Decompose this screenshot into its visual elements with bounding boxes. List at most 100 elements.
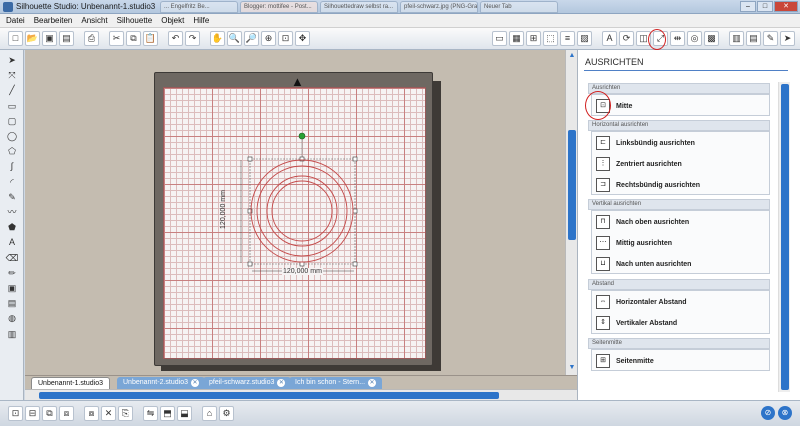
settings-icon[interactable]: ⚙ [219, 406, 234, 421]
resize-handle[interactable] [352, 261, 358, 267]
menu-bearbeiten[interactable]: Bearbeiten [34, 14, 73, 27]
resize-handle[interactable] [247, 156, 253, 162]
doc-tab[interactable]: pfeil-schwarz.studio3 ✕ [203, 377, 292, 389]
text-style-icon[interactable]: A [602, 31, 617, 46]
send-back-icon[interactable]: ⬓ [177, 406, 192, 421]
smooth-freehand-icon[interactable]: 〰 [5, 206, 19, 219]
line-icon[interactable]: ╱ [5, 84, 19, 97]
taskbar-tab[interactable]: Silhouettedraw selbst ra... [320, 1, 398, 13]
line-style-icon[interactable]: ≡ [560, 31, 575, 46]
menu-datei[interactable]: Datei [6, 14, 25, 27]
doc-tab-active[interactable]: Unbenannt-1.studio3 [31, 377, 110, 389]
registration-icon[interactable]: ⊞ [526, 31, 541, 46]
align-top-button[interactable]: ⊓ Nach oben ausrichten [596, 213, 689, 231]
horizontal-spacing-button[interactable]: ⇔ Horizontaler Abstand [596, 293, 687, 311]
maximize-button[interactable]: □ [757, 1, 773, 12]
selected-shape-svg[interactable] [164, 88, 427, 360]
online-icon[interactable]: ◍ [5, 312, 19, 325]
regular-polygon-icon[interactable]: ⬟ [5, 221, 19, 234]
scroll-up-arrow-icon[interactable]: ▲ [567, 51, 577, 61]
align-middle-button[interactable]: ⋯ Mittig ausrichten [596, 234, 672, 252]
ungroup-icon[interactable]: ⊟ [25, 406, 40, 421]
align-left-button[interactable]: ⊏ Linksbündig ausrichten [596, 134, 695, 152]
trace-icon[interactable]: ⬚ [543, 31, 558, 46]
duplicate-icon[interactable]: ⎘ [118, 406, 133, 421]
polygon-icon[interactable]: ⬠ [5, 145, 19, 158]
move-icon[interactable]: ✥ [295, 31, 310, 46]
close-tab-icon[interactable]: ✕ [191, 379, 199, 387]
rectangle-icon[interactable]: ▭ [5, 100, 19, 113]
resize-handle[interactable] [352, 208, 358, 214]
menu-hilfe[interactable]: Hilfe [193, 14, 209, 27]
zoom-out-icon[interactable]: 🔎 [244, 31, 259, 46]
cut-icon[interactable]: ✂ [109, 31, 124, 46]
page-setup-icon[interactable]: ▭ [492, 31, 507, 46]
point-edit-icon[interactable]: ⤧ [5, 69, 19, 82]
cut-settings-icon[interactable]: ✎ [763, 31, 778, 46]
compound-icon[interactable]: ⧉ [42, 406, 57, 421]
replicate-icon[interactable]: ⟳ [619, 31, 634, 46]
scrollbar-thumb[interactable] [781, 84, 789, 390]
menu-ansicht[interactable]: Ansicht [81, 14, 107, 27]
resize-handle[interactable] [352, 156, 358, 162]
align-bottom-button[interactable]: ⊔ Nach unten ausrichten [596, 255, 691, 273]
outer-circle-shape[interactable] [250, 159, 354, 263]
fill-icon[interactable]: ▨ [577, 31, 592, 46]
hide-panel-icon[interactable]: ⊘ [761, 406, 775, 420]
menu-silhouette[interactable]: Silhouette [117, 14, 153, 27]
release-icon[interactable]: ⧈ [59, 406, 74, 421]
weld-icon[interactable]: ⧇ [84, 406, 99, 421]
bring-front-icon[interactable]: ⬒ [160, 406, 175, 421]
fill-icon[interactable]: ▥ [5, 328, 19, 341]
send-icon[interactable]: ➤ [780, 31, 795, 46]
canvas-workarea[interactable]: ▲ 120,000 mm 120,000 mm [25, 50, 565, 375]
library-icon[interactable]: ▤ [5, 297, 19, 310]
redo-icon[interactable]: ↷ [185, 31, 200, 46]
select-icon[interactable]: ➤ [5, 54, 19, 67]
fit-icon[interactable]: ⊡ [278, 31, 293, 46]
middle-circle-shape[interactable] [256, 165, 348, 257]
close-tab-icon[interactable]: ✕ [368, 379, 377, 387]
grid-icon[interactable]: ▦ [509, 31, 524, 46]
open-icon[interactable]: 📂 [25, 31, 40, 46]
innermost-circle-shape[interactable] [271, 180, 333, 242]
mirror-icon[interactable]: ⇋ [143, 406, 158, 421]
doc-tab[interactable]: Ich bin schon - Stern... ✕ [289, 377, 383, 389]
close-panel-icon[interactable]: ⊗ [778, 406, 792, 420]
pan-icon[interactable]: ✋ [210, 31, 225, 46]
paste-icon[interactable]: 📋 [143, 31, 158, 46]
layers-icon[interactable]: ▥ [729, 31, 744, 46]
zoom-select-icon[interactable]: ⊕ [261, 31, 276, 46]
page-center-button[interactable]: ⊞ Seitenmitte [596, 352, 654, 370]
taskbar-tab[interactable]: pfeil-schwarz.jpg (PNG-Grafi... [400, 1, 478, 13]
canvas-vertical-scrollbar[interactable]: ▲ ▼ [565, 50, 577, 375]
resize-handle[interactable] [247, 261, 253, 267]
eraser-icon[interactable]: ⌫ [5, 252, 19, 265]
save-icon[interactable]: ▣ [42, 31, 57, 46]
freehand-icon[interactable]: ✎ [5, 191, 19, 204]
zoom-in-icon[interactable]: 🔍 [227, 31, 242, 46]
library-icon[interactable]: ▤ [746, 31, 761, 46]
delete-icon[interactable]: ✕ [101, 406, 116, 421]
new-icon[interactable]: □ [8, 31, 23, 46]
fill-color-icon[interactable]: ▩ [704, 31, 719, 46]
inner-circle-shape[interactable] [266, 175, 338, 247]
resize-handle[interactable] [299, 261, 305, 267]
rotation-handle[interactable] [298, 132, 306, 140]
doc-tab[interactable]: Unbenannt-2.studio3 ✕ [117, 377, 205, 389]
text-icon[interactable]: A [5, 236, 19, 249]
align-icon[interactable]: ⇹ [670, 31, 685, 46]
scrollbar-thumb[interactable] [568, 130, 576, 240]
copy-icon[interactable]: ⧉ [126, 31, 141, 46]
taskbar-tab[interactable]: ... Engelfritz Be... [160, 1, 238, 13]
ellipse-icon[interactable]: ◯ [5, 130, 19, 143]
menu-objekt[interactable]: Objekt [161, 14, 184, 27]
undo-icon[interactable]: ↶ [168, 31, 183, 46]
rounded-rect-icon[interactable]: ▢ [5, 115, 19, 128]
save-as-icon[interactable]: ▤ [59, 31, 74, 46]
group-icon[interactable]: ⊡ [8, 406, 23, 421]
taskbar-tab[interactable]: Neuer Tab [480, 1, 558, 13]
print-icon[interactable]: ⎙ [84, 31, 99, 46]
close-tab-icon[interactable]: ✕ [277, 379, 286, 387]
canvas-horizontal-scrollbar[interactable] [25, 389, 577, 400]
